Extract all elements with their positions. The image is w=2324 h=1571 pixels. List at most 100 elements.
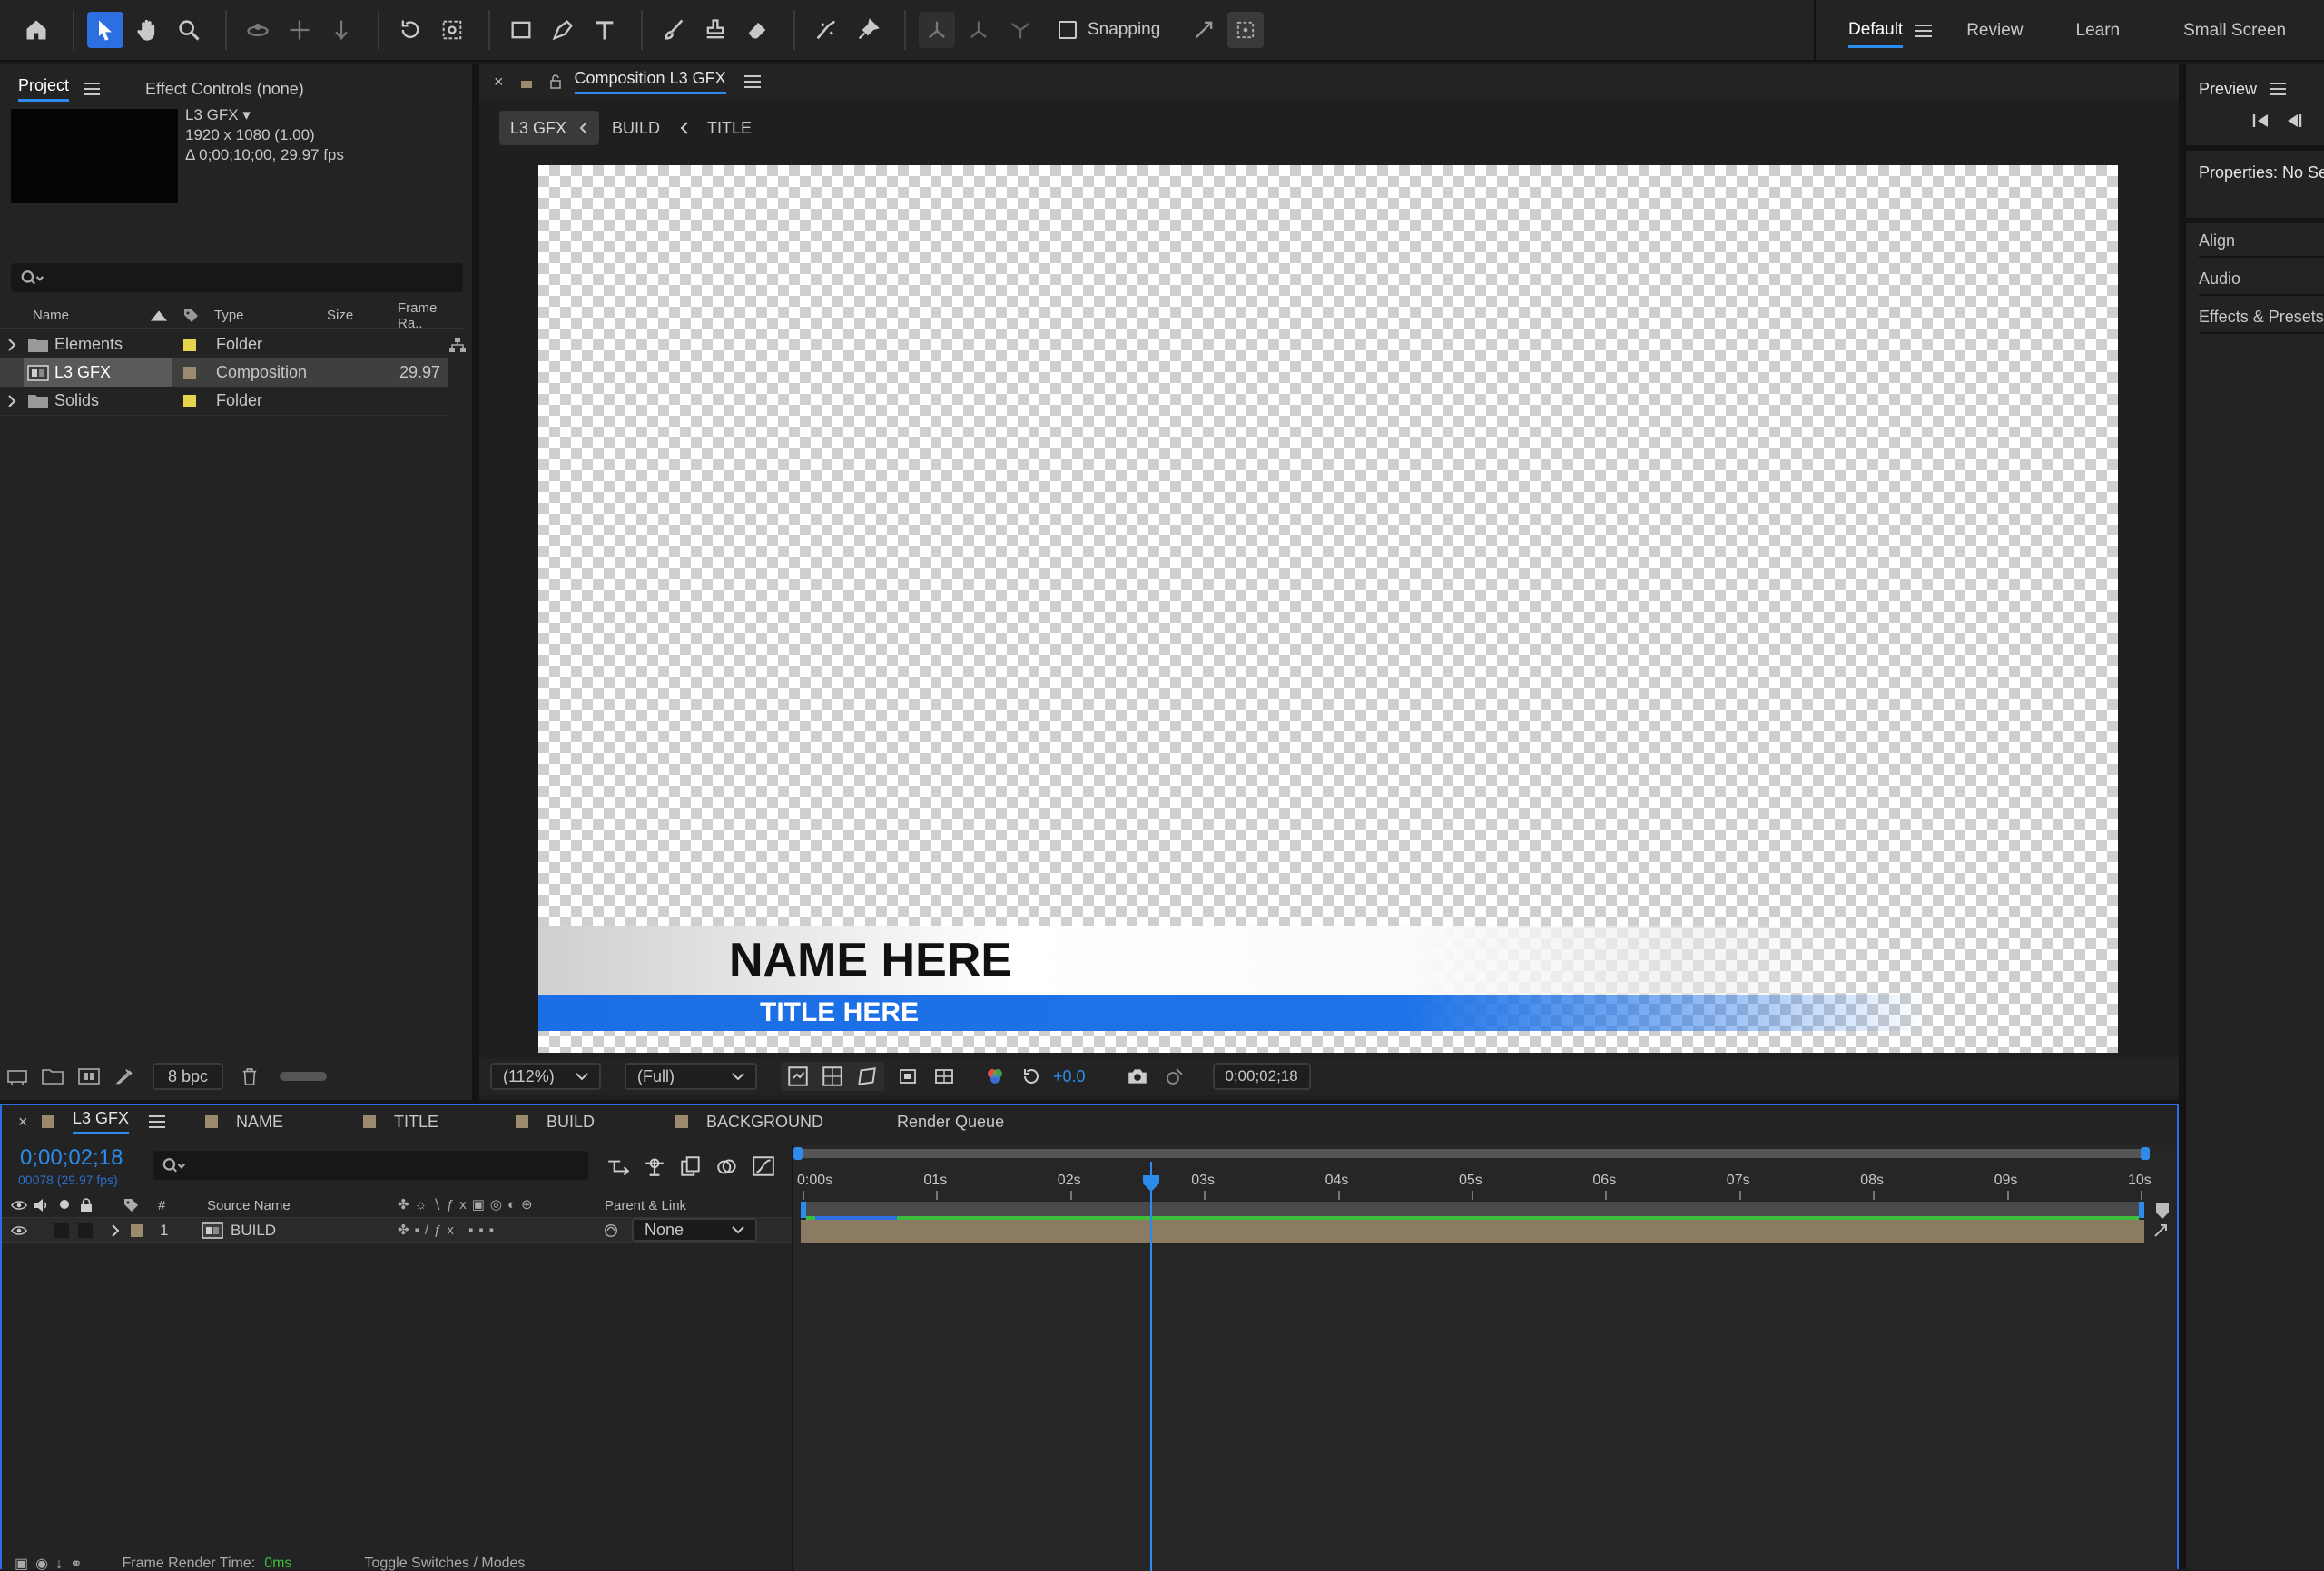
hand-tool-icon[interactable]: [129, 12, 165, 48]
lock-box[interactable]: [78, 1223, 93, 1238]
shy-layers-icon[interactable]: [643, 1155, 666, 1177]
tab-name[interactable]: NAME: [205, 1105, 283, 1138]
eraser-tool-icon[interactable]: [739, 12, 775, 48]
brush-tool-icon[interactable]: [655, 12, 692, 48]
snapping-checkbox[interactable]: [1059, 21, 1077, 39]
timeline-menu-icon[interactable]: [149, 1115, 166, 1128]
label-column-icon[interactable]: [182, 307, 200, 325]
label-column-icon[interactable]: [122, 1196, 140, 1214]
work-area-end-handle[interactable]: [2141, 1147, 2150, 1160]
label-color-swatch[interactable]: [183, 394, 196, 407]
tab-l3-gfx[interactable]: L3 GFX: [42, 1105, 166, 1138]
column-number[interactable]: #: [158, 1198, 165, 1213]
properties-panel-title[interactable]: Properties: No Se: [2199, 154, 2324, 191]
lock-panel-icon[interactable]: [549, 74, 562, 89]
parent-dropdown[interactable]: None: [632, 1218, 757, 1242]
eye-icon[interactable]: [11, 1200, 27, 1211]
solo-icon[interactable]: [60, 1200, 69, 1209]
comp-end-marker-icon[interactable]: [2155, 1202, 2170, 1220]
pick-whip-link-icon[interactable]: [2152, 1222, 2170, 1240]
time-ruler[interactable]: 0:00s 01s 02s 03s 04s 05s 06s 07s 08s 09s 10s: [793, 1162, 2177, 1202]
column-name[interactable]: Name: [33, 308, 69, 323]
layer-name[interactable]: BUILD: [231, 1222, 276, 1240]
flowchart-icon[interactable]: [448, 337, 467, 353]
breadcrumb-build[interactable]: BUILD: [612, 119, 660, 138]
chevron-right-icon[interactable]: [7, 338, 16, 351]
column-type[interactable]: Type: [214, 308, 244, 323]
world-axis-icon[interactable]: [960, 12, 997, 48]
lock-icon[interactable]: [80, 1198, 93, 1213]
label-color-swatch[interactable]: [183, 366, 196, 379]
thumbnail-size-slider[interactable]: [280, 1072, 327, 1081]
composition-menu-icon[interactable]: [743, 75, 761, 88]
project-item-solids[interactable]: Solids Folder: [0, 387, 448, 416]
roto-brush-tool-icon[interactable]: [808, 12, 844, 48]
project-menu-icon[interactable]: [84, 83, 101, 95]
workspace-learn[interactable]: Learn: [2076, 15, 2121, 46]
graph-editor-icon[interactable]: [752, 1155, 775, 1177]
project-search-input[interactable]: [11, 263, 463, 292]
interpret-footage-icon[interactable]: [5, 1068, 29, 1085]
composition-flowchart-icon[interactable]: [606, 1155, 630, 1177]
label-color-swatch[interactable]: [131, 1224, 143, 1237]
new-folder-icon[interactable]: [42, 1068, 64, 1085]
trash-icon[interactable]: [241, 1067, 258, 1085]
composition-canvas[interactable]: NAME HERE TITLE HERE: [538, 165, 2118, 1053]
workspace-small-screen[interactable]: Small Screen: [2183, 15, 2286, 46]
chevron-right-icon[interactable]: [111, 1224, 120, 1237]
project-settings-icon[interactable]: [114, 1066, 134, 1086]
rectangle-tool-icon[interactable]: [503, 12, 539, 48]
timeline-timecode[interactable]: 0;00;02;18: [20, 1145, 123, 1171]
preview-menu-icon[interactable]: [2270, 83, 2287, 95]
color-channels-icon[interactable]: [984, 1065, 1006, 1087]
transparency-grid-icon[interactable]: [821, 1065, 844, 1088]
breadcrumb-l3-gfx[interactable]: L3 GFX: [499, 111, 600, 145]
align-panel-tab[interactable]: Align: [2199, 223, 2324, 258]
audio-icon[interactable]: [33, 1198, 49, 1213]
effects-presets-panel-tab[interactable]: Effects & Presets: [2199, 299, 2324, 334]
anchor-point-tool-icon[interactable]: [434, 12, 470, 48]
snap-edges-icon[interactable]: [1186, 12, 1222, 48]
region-of-interest-icon[interactable]: [897, 1065, 919, 1087]
show-snapshot-icon[interactable]: [1164, 1065, 1186, 1087]
clone-stamp-tool-icon[interactable]: [697, 12, 734, 48]
footer-icons[interactable]: ▣◉↓⚭: [15, 1556, 89, 1571]
home-icon[interactable]: [18, 12, 54, 48]
solo-box[interactable]: [54, 1223, 69, 1238]
frame-blending-icon[interactable]: [679, 1155, 703, 1177]
local-axis-icon[interactable]: [919, 12, 955, 48]
rotation-tool-icon[interactable]: [392, 12, 428, 48]
view-axis-icon[interactable]: [1002, 12, 1039, 48]
lock-icon[interactable]: [520, 74, 533, 89]
previous-frame-icon[interactable]: [2284, 113, 2304, 129]
type-tool-icon[interactable]: [586, 12, 623, 48]
project-item-l3-gfx[interactable]: L3 GFX Composition 29.97: [0, 358, 448, 387]
tab-render-queue[interactable]: Render Queue: [897, 1105, 1004, 1138]
tab-background[interactable]: BACKGROUND: [675, 1105, 823, 1138]
comp-info-name[interactable]: L3 GFX ▾: [185, 105, 344, 125]
selection-tool-icon[interactable]: [87, 12, 123, 48]
preview-panel-title[interactable]: Preview: [2199, 80, 2257, 99]
current-time-display[interactable]: 0;00;02;18: [1212, 1063, 1311, 1090]
workspace-review[interactable]: Review: [1966, 15, 2023, 46]
tab-build[interactable]: BUILD: [516, 1105, 595, 1138]
column-frame-rate[interactable]: Frame Ra..: [398, 300, 463, 331]
orbit-camera-icon[interactable]: [240, 12, 276, 48]
mask-visibility-icon[interactable]: [855, 1065, 879, 1088]
motion-blur-icon[interactable]: [715, 1155, 739, 1177]
timeline-search-input[interactable]: [153, 1151, 588, 1180]
bpc-button[interactable]: 8 bpc: [153, 1063, 223, 1090]
zoom-tool-icon[interactable]: [171, 12, 207, 48]
layer-row[interactable]: 1 BUILD ✤▪/ƒx ▪▪▪ None: [2, 1218, 792, 1243]
composition-title[interactable]: Composition L3 GFX: [574, 69, 726, 94]
pen-tool-icon[interactable]: [545, 12, 581, 48]
magnification-dropdown[interactable]: (112%): [490, 1063, 601, 1090]
audio-panel-tab[interactable]: Audio: [2199, 261, 2324, 296]
chevron-right-icon[interactable]: [7, 394, 16, 407]
work-area-bar[interactable]: [793, 1147, 2150, 1160]
close-icon[interactable]: ×: [494, 73, 504, 92]
fast-previews-icon[interactable]: [786, 1065, 810, 1088]
tab-effect-controls[interactable]: Effect Controls (none): [145, 80, 304, 99]
tab-project[interactable]: Project: [18, 76, 70, 102]
playhead-handle-icon[interactable]: [1142, 1174, 1160, 1193]
